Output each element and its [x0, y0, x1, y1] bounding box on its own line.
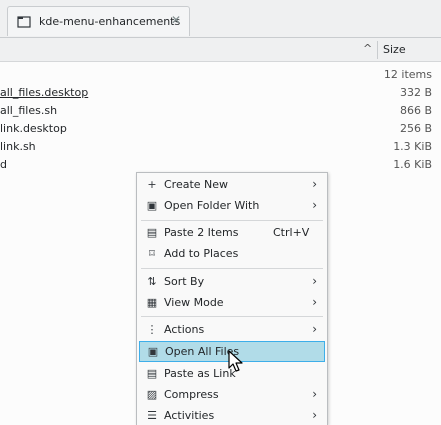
chevron-right-icon: › [312, 408, 317, 422]
size-column-header[interactable]: Size [383, 43, 406, 56]
paste-link-icon: ▤ [146, 367, 158, 380]
file-row[interactable]: all_files.desktop 332 B [0, 84, 441, 102]
menu-item-label: Compress [164, 388, 219, 401]
chevron-right-icon: › [312, 177, 317, 191]
chevron-right-icon: › [312, 387, 317, 401]
tab-title: kde-menu-enhancements [39, 15, 181, 28]
menu-item-label: Activities [164, 409, 215, 422]
menu-item-sort-by[interactable]: ⇅ Sort By › [139, 271, 325, 292]
items-count: 12 items [383, 68, 432, 81]
menu-item-actions[interactable]: ⋮ Actions › [139, 319, 325, 340]
file-size: 256 B [399, 122, 432, 135]
file-row[interactable]: all_files.sh 866 B [0, 102, 441, 120]
menu-item-label: Actions [164, 323, 205, 336]
chevron-right-icon: › [312, 274, 317, 288]
context-menu: + Create New › ▣ Open Folder With › ▤ Pa… [136, 172, 328, 425]
file-name[interactable]: all_files.desktop [0, 86, 88, 99]
menu-item-view-mode[interactable]: ▦ View Mode › [139, 292, 325, 313]
menu-item-activities[interactable]: ☰ Activities › [139, 405, 325, 425]
menu-item-label: Paste 2 Items [164, 226, 239, 239]
menu-item-label: View Mode [164, 296, 224, 309]
menu-item-open-folder-with[interactable]: ▣ Open Folder With › [139, 195, 325, 216]
tab-bar: kde-menu-enhancements ✕ [0, 0, 441, 38]
paste-icon: ▤ [146, 226, 158, 239]
sort-icon: ⇅ [147, 275, 157, 288]
menu-item-label: Create New [164, 178, 229, 191]
dolphin-window: kde-menu-enhancements ✕ ^ Size 12 items … [0, 0, 441, 425]
file-row[interactable]: link.sh 1.3 KiB [0, 138, 441, 156]
chevron-right-icon: › [312, 295, 317, 309]
menu-item-label: Paste as Link [164, 367, 236, 380]
file-name[interactable]: link.sh [0, 140, 36, 153]
mouse-pointer-icon [228, 350, 243, 372]
chevron-right-icon: › [312, 198, 317, 212]
column-header: ^ Size [0, 38, 441, 62]
activities-icon: ☰ [147, 409, 157, 422]
menu-item-create-new[interactable]: + Create New › [139, 174, 325, 195]
close-icon[interactable]: ✕ [171, 13, 181, 27]
file-size: 1.6 KiB [393, 158, 432, 171]
menu-separator [141, 316, 323, 317]
chevron-right-icon: › [312, 322, 317, 336]
menu-item-label: Add to Places [164, 247, 239, 260]
open-with-icon: ▣ [146, 199, 158, 212]
view-mode-icon: ▦ [146, 296, 158, 309]
compress-icon: ▨ [146, 388, 158, 401]
file-name[interactable]: d [0, 158, 7, 171]
folder-icon [17, 15, 31, 28]
paste-shortcut: Ctrl+V [273, 226, 310, 239]
tab-kde-menu-enhancements[interactable]: kde-menu-enhancements ✕ [7, 6, 190, 36]
sort-ascending-icon[interactable]: ^ [363, 42, 372, 55]
bookmark-icon: ⌑ [149, 247, 155, 260]
menu-item-add-to-places[interactable]: ⌑ Add to Places [139, 243, 325, 264]
summary-row: 12 items [0, 66, 441, 84]
file-name[interactable]: all_files.sh [0, 104, 57, 117]
menu-item-label: Sort By [164, 275, 205, 288]
menu-separator [141, 220, 323, 221]
file-name[interactable]: link.desktop [0, 122, 67, 135]
file-row[interactable]: link.desktop 256 B [0, 120, 441, 138]
file-size: 866 B [399, 104, 432, 117]
column-divider[interactable] [377, 41, 378, 59]
menu-item-compress[interactable]: ▨ Compress › [139, 384, 325, 405]
open-files-icon: ▣ [147, 345, 159, 358]
plus-icon: + [147, 178, 157, 191]
file-size: 1.3 KiB [393, 140, 432, 153]
menu-item-label: Open Folder With [164, 199, 260, 212]
menu-item-paste[interactable]: ▤ Paste 2 Items Ctrl+V [139, 222, 325, 243]
actions-icon: ⋮ [146, 323, 158, 336]
menu-separator [141, 268, 323, 269]
file-size: 332 B [399, 86, 432, 99]
